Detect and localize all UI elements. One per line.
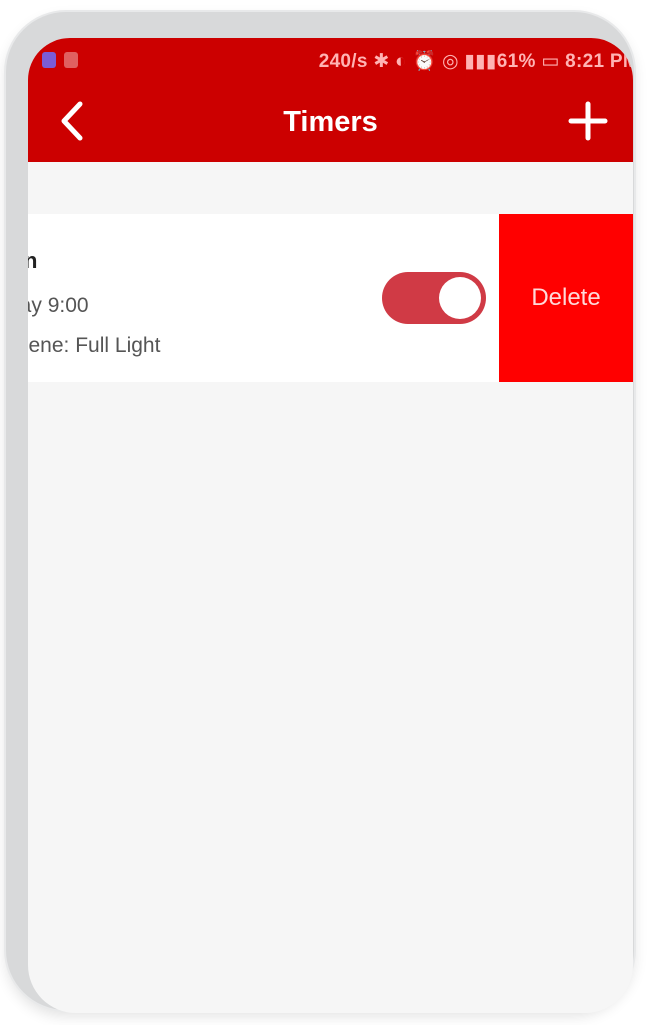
page-title: Timers (283, 106, 378, 138)
notification-icons (42, 52, 78, 68)
status-bar: 240/s ✱ ◐ ⏰ ◎ ▮▮▮61% ▭ 8:21 PM (28, 38, 633, 84)
plus-icon (568, 101, 608, 141)
app-notification-icon (42, 52, 56, 68)
delete-label: Delete (531, 284, 601, 311)
top-navigation-bar: Timers (28, 84, 633, 162)
status-text: 240/s ✱ ◐ ⏰ ◎ ▮▮▮61% ▭ 8:21 PM (318, 51, 633, 72)
delete-timer-button[interactable]: Delete (499, 214, 633, 382)
add-timer-button[interactable] (565, 98, 611, 144)
app-screen: 240/s ✱ ◐ ⏰ ◎ ▮▮▮61% ▭ 8:21 PM Timers n … (28, 38, 633, 1013)
phone-frame: 240/s ✱ ◐ ⏰ ◎ ▮▮▮61% ▭ 8:21 PM Timers n … (6, 12, 634, 1013)
toggle-knob (439, 277, 481, 319)
timer-enable-toggle[interactable] (382, 272, 486, 324)
app-notification-icon (64, 52, 78, 68)
timer-name: n (28, 248, 38, 273)
timer-list-item[interactable]: n day 9:00 Scene: Full Light Delete (28, 214, 633, 382)
timer-schedule: day 9:00 (28, 294, 89, 317)
timer-action: Scene: Full Light (28, 334, 161, 357)
